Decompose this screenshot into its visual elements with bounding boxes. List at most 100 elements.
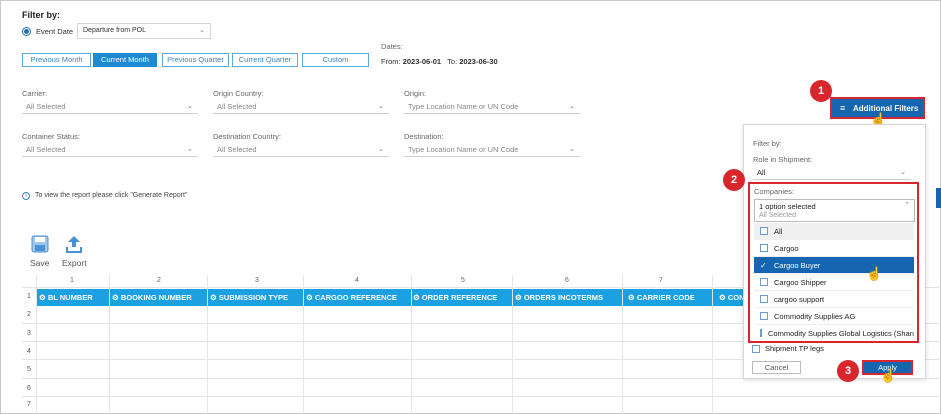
destination-placeholder: Type Location Name or UN Code — [408, 145, 519, 154]
filter-title: Filter by: — [22, 10, 61, 20]
row-number: 1 — [27, 293, 31, 300]
option-cargoo-support[interactable]: cargoo support — [754, 291, 914, 308]
option-commodity-supplies-global[interactable]: Commodity Supplies Global Logistics (Sha… — [754, 325, 914, 339]
origin-country-field[interactable]: All Selected ⌄ — [213, 99, 389, 114]
dates-label: Dates: — [381, 42, 403, 51]
generate-report-button-edge[interactable] — [936, 188, 941, 208]
origin-label: Origin: — [404, 89, 427, 98]
info-icon: i — [22, 192, 30, 200]
origin-placeholder: Type Location Name or UN Code — [408, 102, 519, 111]
option-all[interactable]: All — [754, 223, 914, 240]
to-value: 2023-06-30 — [459, 57, 498, 66]
date-range: From: 2023-06-01 To: 2023-06-30 — [381, 57, 498, 66]
header-booking-number[interactable]: ⚙ BOOKING NUMBER — [112, 293, 192, 302]
destination-input[interactable]: Type Location Name or UN Code ⌄ — [404, 142, 580, 157]
role-value: All — [757, 168, 766, 177]
row-number: 2 — [27, 311, 31, 318]
row-number: 6 — [27, 385, 31, 392]
header-orders-incoterms[interactable]: ⚙ ORDERS INCOTERMS — [515, 293, 603, 302]
period-current-quarter[interactable]: Current Quarter — [232, 53, 298, 67]
companies-select[interactable]: 1 option selected ⌃ All Selected — [754, 199, 915, 222]
origin-input[interactable]: Type Location Name or UN Code ⌄ — [404, 99, 580, 114]
period-custom[interactable]: Custom — [302, 53, 369, 67]
header-order-reference[interactable]: ⚙ ORDER REFERENCE — [413, 293, 497, 302]
checkbox-icon — [760, 278, 768, 286]
destination-label: Destination: — [404, 132, 444, 141]
chevron-down-icon: ⌄ — [187, 103, 193, 110]
popup-filter-by: Filter by: — [753, 139, 782, 148]
period-previous-month[interactable]: Previous Month — [22, 53, 91, 67]
origin-country-label: Origin Country: — [213, 89, 264, 98]
option-cargoo-buyer[interactable]: ✓ Cargoo Buyer — [754, 257, 914, 274]
event-date-label: Event Date — [36, 27, 74, 36]
export-button[interactable]: Export — [62, 258, 87, 268]
destination-country-field[interactable]: All Selected ⌄ — [213, 142, 389, 157]
pointer-cursor-icon: ☝ — [866, 266, 883, 281]
event-date-radio[interactable] — [22, 27, 31, 36]
row-number: 4 — [27, 348, 31, 355]
row-number: 3 — [27, 330, 31, 337]
col-index: 5 — [461, 277, 465, 284]
option-commodity-supplies-ag[interactable]: Commodity Supplies AG — [754, 308, 914, 325]
option-cargoo[interactable]: Cargoo — [754, 240, 914, 257]
save-icon[interactable] — [30, 234, 50, 254]
save-button[interactable]: Save — [30, 258, 49, 268]
col-index: 3 — [255, 277, 259, 284]
col-index: 6 — [565, 277, 569, 284]
origin-country-value: All Selected — [217, 102, 257, 111]
col-index: 4 — [355, 277, 359, 284]
event-date-value: Departure from POL — [83, 27, 147, 34]
row-number: 7 — [27, 401, 31, 408]
header-carrier-code[interactable]: ⚙ CARRIER CODE — [628, 293, 695, 302]
period-current-month[interactable]: Current Month — [93, 53, 157, 67]
checkmark-icon: ✓ — [760, 260, 767, 270]
event-date-select[interactable]: Departure from POL ⌄ — [77, 23, 211, 39]
checkbox-icon — [760, 312, 768, 320]
chevron-up-icon: ⌃ — [904, 202, 910, 209]
carrier-value: All Selected — [26, 102, 66, 111]
chevron-down-icon: ⌄ — [569, 146, 575, 153]
step-badge-1: 1 — [810, 80, 832, 102]
cancel-button[interactable]: Cancel — [752, 361, 801, 374]
companies-value: 1 option selected — [759, 202, 816, 211]
col-index: 1 — [70, 277, 74, 284]
col-index: 7 — [659, 277, 663, 284]
row-number: 5 — [27, 366, 31, 373]
grid-header: ⚙ BL NUMBER ⚙ BOOKING NUMBER ⚙ SUBMISSIO… — [36, 289, 746, 306]
carrier-label: Carrier: — [22, 89, 48, 98]
option-cargoo-shipper[interactable]: Cargoo Shipper — [754, 274, 914, 291]
chevron-down-icon: ⌄ — [187, 146, 193, 153]
companies-options: All Cargoo ✓ Cargoo Buyer Cargoo Shipper … — [754, 223, 915, 339]
role-label: Role in Shipment: — [753, 155, 813, 164]
step-badge-3: 3 — [837, 360, 859, 382]
header-container[interactable]: ⚙ CONTAI — [719, 293, 746, 302]
chevron-down-icon: ⌄ — [378, 146, 384, 153]
role-select[interactable]: All ⌄ — [753, 165, 911, 180]
companies-all-selected-hint: All Selected — [759, 212, 796, 219]
destination-country-value: All Selected — [217, 145, 257, 154]
period-previous-quarter[interactable]: Previous Quarter — [162, 53, 229, 67]
chevron-down-icon: ⌄ — [900, 169, 906, 176]
container-status-field[interactable]: All Selected ⌄ — [22, 142, 198, 157]
companies-label: Companies: — [754, 187, 795, 196]
container-status-value: All Selected — [26, 145, 66, 154]
chevron-down-icon: ⌄ — [199, 27, 205, 34]
checkbox-icon — [760, 244, 768, 252]
from-label: From: — [381, 57, 401, 66]
shipment-tp-legs-checkbox[interactable]: Shipment TP legs — [752, 344, 824, 353]
container-status-label: Container Status: — [22, 132, 80, 141]
carrier-field[interactable]: All Selected ⌄ — [22, 99, 198, 114]
to-label: To: — [447, 57, 458, 66]
header-bl-number[interactable]: ⚙ BL NUMBER — [39, 293, 93, 302]
chevron-down-icon: ⌄ — [569, 103, 575, 110]
header-submission-type[interactable]: ⚙ SUBMISSION TYPE — [210, 293, 288, 302]
col-index: 2 — [157, 277, 161, 284]
export-icon[interactable] — [64, 234, 84, 254]
sliders-icon: ≡ — [840, 103, 846, 113]
step-badge-2: 2 — [723, 169, 745, 191]
from-value: 2023-06-01 — [402, 57, 442, 66]
companies-panel: Companies: 1 option selected ⌃ All Selec… — [748, 182, 919, 343]
header-cargoo-reference[interactable]: ⚙ CARGOO REFERENCE — [306, 293, 397, 302]
destination-country-label: Destination Country: — [213, 132, 281, 141]
checkbox-icon — [760, 329, 762, 337]
